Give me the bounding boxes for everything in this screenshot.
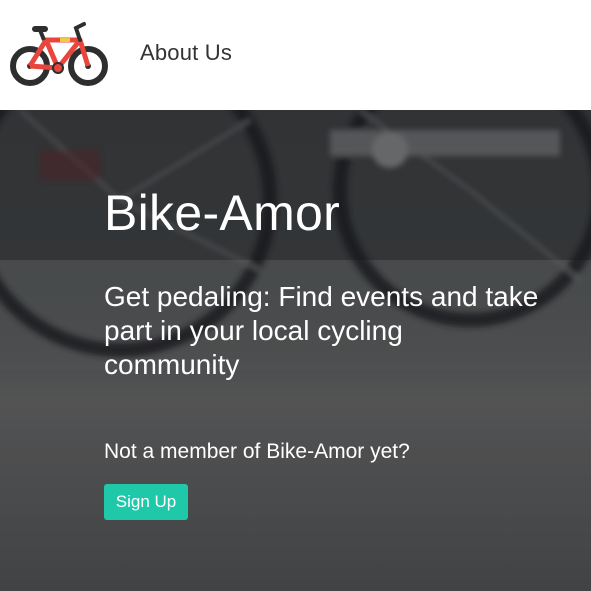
nav-about-us-link[interactable]: About Us [140,40,232,66]
top-navbar: About Us [0,0,591,110]
sign-up-button[interactable]: Sign Up [104,484,188,520]
bicycle-logo-icon[interactable] [10,18,110,88]
hero-title: Bike-Amor [104,185,341,241]
membership-question: Not a member of Bike-Amor yet? [104,440,410,463]
hero-section: Bike-Amor Get pedaling: Find events and … [0,110,591,591]
hero-subtitle: Get pedaling: Find events and take part … [104,281,539,380]
